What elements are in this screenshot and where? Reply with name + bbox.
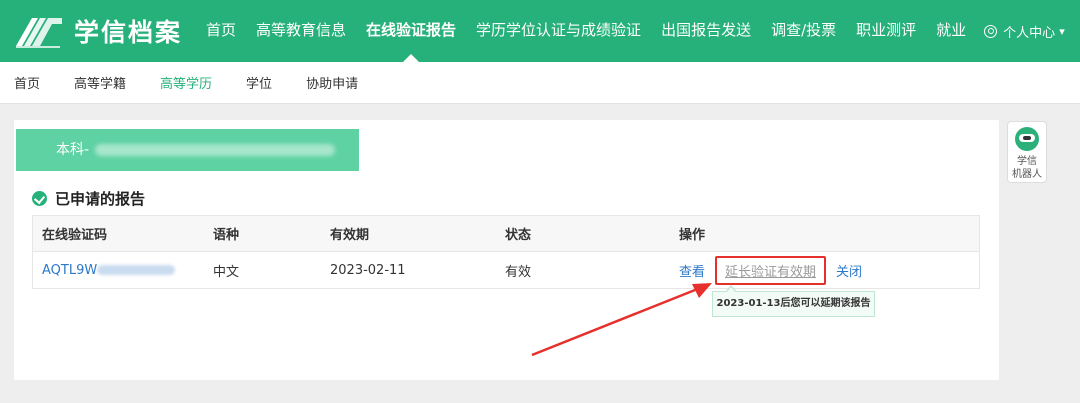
header-language: 语种 — [213, 228, 240, 243]
nav-item-overseas-report[interactable]: 出国报告发送 — [651, 0, 761, 62]
subnav-item-home[interactable]: 首页 — [14, 73, 40, 92]
extend-validity-button[interactable]: 延长验证有效期 — [715, 255, 827, 285]
book-logo-icon — [16, 18, 62, 48]
nav-item-label: 在线验证报告 — [366, 21, 457, 39]
subnav-item-student-status[interactable]: 高等学籍 — [74, 73, 126, 92]
chevron-down-icon: ▾ — [1059, 24, 1065, 38]
robot-label-line1: 学信 — [1017, 156, 1037, 167]
nav-item-survey[interactable]: 调查/投票 — [761, 0, 846, 62]
user-center-menu[interactable]: 个人中心 ▾ — [984, 22, 1065, 41]
brand-name: 学信档案 — [74, 18, 183, 47]
extend-tooltip: 2023-01-13后您可以延期该报告 — [712, 285, 875, 317]
verification-code-cell: AQTL9W — [33, 263, 213, 278]
language-cell: 中文 — [213, 264, 240, 280]
reports-table: 在线验证码 语种 有效期 状态 操作 AQTL9W 中文 2023-02-11 … — [32, 215, 980, 289]
nav-item-home[interactable]: 首页 — [196, 0, 246, 62]
section-title-text: 已申请的报告 — [55, 190, 146, 208]
user-center-label: 个人中心 — [1003, 25, 1056, 41]
degree-label: 本科- — [56, 142, 90, 158]
redacted-code — [97, 265, 176, 275]
actions-cell: 查看 延长验证有效期 关闭 — [679, 255, 979, 285]
header-expiry: 有效期 — [330, 228, 370, 243]
status-cell: 有效 — [505, 264, 532, 280]
header-code: 在线验证码 — [42, 228, 108, 243]
redacted-degree-info — [95, 144, 336, 156]
brand-logo[interactable]: 学信档案 — [14, 13, 182, 49]
subnav-item-assist-apply[interactable]: 协助申请 — [306, 73, 358, 92]
nav-item-higher-education[interactable]: 高等教育信息 — [246, 0, 356, 62]
nav-item-online-verification[interactable]: 在线验证报告 — [356, 0, 466, 62]
table-header: 在线验证码 语种 有效期 状态 操作 — [33, 216, 979, 252]
close-link[interactable]: 关闭 — [836, 261, 862, 280]
nav-item-degree-certification[interactable]: 学历学位认证与成绩验证 — [466, 0, 651, 62]
chatbot-widget[interactable]: 学信 机器人 — [1007, 121, 1047, 183]
header-status: 状态 — [505, 228, 532, 243]
active-caret-icon — [403, 54, 420, 62]
user-icon — [984, 24, 998, 38]
check-circle-icon — [32, 191, 47, 206]
subnav-item-academic-record[interactable]: 高等学历 — [160, 73, 212, 92]
main-nav: 首页 高等教育信息 在线验证报告 学历学位认证与成绩验证 出国报告发送 调查/投… — [196, 0, 1065, 62]
subnav-item-degree[interactable]: 学位 — [246, 73, 272, 92]
degree-banner: 本科- — [16, 129, 359, 171]
header-actions: 操作 — [679, 228, 706, 243]
report-card: 本科- 已申请的报告 在线验证码 语种 有效期 状态 操作 AQTL9W 中文 … — [14, 120, 999, 380]
verification-code[interactable]: AQTL9W — [42, 263, 97, 278]
sub-navbar: 首页 高等学籍 高等学历 学位 协助申请 — [0, 62, 1080, 104]
top-navbar: 学信档案 首页 高等教育信息 在线验证报告 学历学位认证与成绩验证 出国报告发送… — [0, 0, 1080, 62]
robot-label-line2: 机器人 — [1012, 169, 1042, 180]
nav-item-career-test[interactable]: 职业测评 — [846, 0, 926, 62]
section-title: 已申请的报告 — [32, 188, 145, 209]
view-link[interactable]: 查看 — [679, 261, 705, 280]
table-row: AQTL9W 中文 2023-02-11 有效 查看 延长验证有效期 关闭 — [33, 252, 979, 288]
expiry-cell: 2023-02-11 — [330, 262, 406, 278]
nav-item-employment[interactable]: 就业 — [926, 0, 976, 62]
robot-icon — [1015, 127, 1039, 151]
